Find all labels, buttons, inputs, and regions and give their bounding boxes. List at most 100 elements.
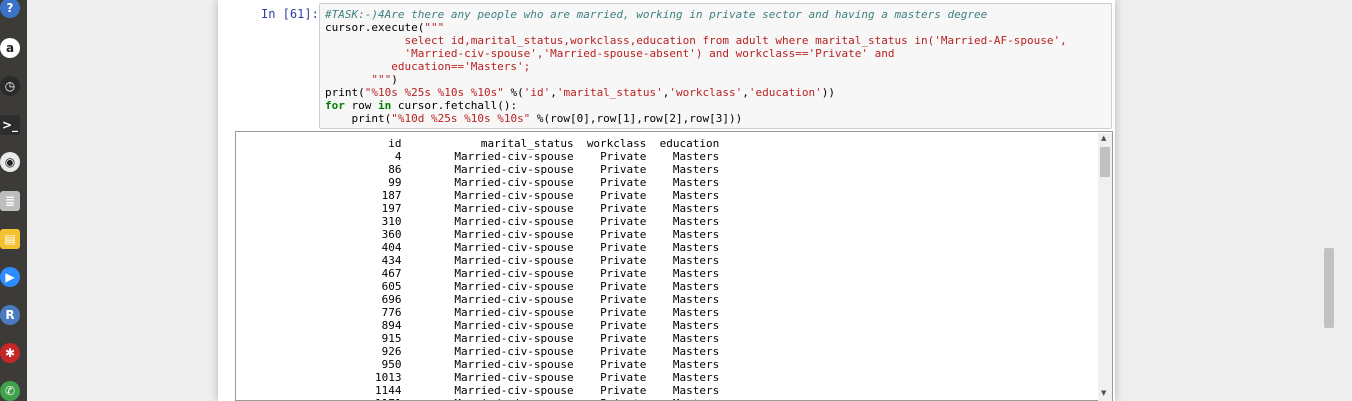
r-icon[interactable]: R <box>0 305 20 325</box>
output-row-cell: Masters <box>672 280 720 293</box>
code-line: print("%10s %25s %10s %10s" %('id','mari… <box>325 86 835 99</box>
output-row-cell: Private <box>600 280 647 293</box>
output-row-cell: Private <box>600 345 647 358</box>
output-row-cell: Married-civ-spouse <box>454 384 574 397</box>
page-scrollbar-thumb[interactable] <box>1324 248 1334 328</box>
output-row-cell: Masters <box>672 176 720 189</box>
code-token: print( <box>325 86 365 99</box>
output-row: 310 Married-civ-spouse Private Masters <box>236 215 720 228</box>
code-line: """) <box>325 73 398 86</box>
output-row-cell: Masters <box>672 267 720 280</box>
output-row-cell: Masters <box>672 384 720 397</box>
output-row: 4 Married-civ-spouse Private Masters <box>236 150 719 163</box>
code-token: for <box>325 99 345 112</box>
output-row-cell: Masters <box>672 241 720 254</box>
output-row-cell: Married-civ-spouse <box>454 215 574 228</box>
output-row-cell: Masters <box>672 358 720 371</box>
output-row-cell: Married-civ-spouse <box>454 189 574 202</box>
output-row-cell: Private <box>600 358 647 371</box>
output-row-cell: Private <box>600 228 647 241</box>
output-row: 915 Married-civ-spouse Private Masters <box>236 332 720 345</box>
output-row-cell: Masters <box>672 293 720 306</box>
output-row-cell: Married-civ-spouse <box>454 150 574 163</box>
output-row-cell: 605 <box>381 280 402 293</box>
code-token: """ <box>424 21 445 34</box>
output-row-cell: Married-civ-spouse <box>454 293 574 306</box>
output-row-cell: Masters <box>672 189 720 202</box>
database-icon[interactable]: ≣ <box>0 191 20 211</box>
output-row: 1171Married-civ-spousePrivateMasters <box>236 397 719 400</box>
output-row: 1013 Married-civ-spouse Private Masters <box>236 371 719 384</box>
output-row: 86 Married-civ-spouse Private Masters <box>236 163 719 176</box>
output-row-cell: Private <box>600 241 647 254</box>
code-token: #TASK:-)4Are there any people who are ma… <box>325 8 988 21</box>
zoom-icon[interactable]: ▶ <box>0 267 20 287</box>
page-scrollbar[interactable] <box>1322 0 1336 401</box>
webcam-icon[interactable]: ◉ <box>0 152 20 172</box>
output-row-cell: Private <box>600 176 647 189</box>
output-row: 776 Married-civ-spouse Private Masters <box>236 306 720 319</box>
amazon-icon[interactable]: a <box>0 38 20 58</box>
output-row: 926 Married-civ-spouse Private Masters <box>236 345 720 358</box>
code-token: row <box>344 99 378 112</box>
code-token: in <box>378 99 392 112</box>
output-row-cell: Masters <box>646 397 719 400</box>
output-row-cell: 404 <box>381 241 402 254</box>
output-row-cell: 1171 <box>236 397 402 400</box>
code-token: select id,marital_status,workclass,educa… <box>325 34 1067 47</box>
output-row-cell: Married-civ-spouse <box>402 397 573 400</box>
output-header: id marital_status workclass education <box>236 137 719 150</box>
output-row-cell: 187 <box>381 189 402 202</box>
code-token: %(row[0],row[1],row[2],row[3])) <box>530 112 743 125</box>
output-row-cell: 950 <box>381 358 402 371</box>
output-row-cell: Masters <box>672 345 720 358</box>
help-icon[interactable]: ? <box>0 0 20 18</box>
notes-icon[interactable]: ▤ <box>0 229 20 249</box>
output-row-cell: Private <box>600 202 647 215</box>
output-row-cell: Masters <box>672 306 720 319</box>
spider-icon[interactable]: ✱ <box>0 343 20 363</box>
code-token: ) <box>391 73 398 86</box>
phone-icon[interactable]: ✆ <box>0 381 20 401</box>
output-row-cell: Private <box>600 267 647 280</box>
output-row-cell: Married-civ-spouse <box>454 345 574 358</box>
output-row-cell: 926 <box>381 345 402 358</box>
code-token: "%10d %25s %10s %10s" <box>391 112 531 125</box>
scroll-up-arrow-icon[interactable]: ▲ <box>1101 134 1106 142</box>
output-row: 434 Married-civ-spouse Private Masters <box>236 254 720 267</box>
output-row-cell: 434 <box>381 254 402 267</box>
output-row-cell: 86 <box>388 163 402 176</box>
output-row-cell: Private <box>600 189 647 202</box>
output-row-cell: Married-civ-spouse <box>454 228 574 241</box>
output-row-cell: Private <box>574 397 646 400</box>
output-row-cell: Private <box>600 254 647 267</box>
output-header-cell: education <box>659 137 720 150</box>
output-row: 696 Married-civ-spouse Private Masters <box>236 293 720 306</box>
output-row-cell: Masters <box>672 319 720 332</box>
output-row-cell: 1144 <box>375 384 402 397</box>
code-token: , <box>742 86 749 99</box>
output-row-cell: Married-civ-spouse <box>454 319 574 332</box>
code-token: cursor.fetchall(): <box>391 99 518 112</box>
output-row-cell: Masters <box>672 202 720 215</box>
output-row-cell: 776 <box>381 306 402 319</box>
output-row-cell: Private <box>600 215 647 228</box>
output-row-cell: Married-civ-spouse <box>454 176 574 189</box>
code-line: for row in cursor.fetchall(): <box>325 99 517 112</box>
output-row: 1144 Married-civ-spouse Private Masters <box>236 384 719 397</box>
clock-icon[interactable]: ◷ <box>0 76 20 96</box>
output-row-cell: Private <box>600 150 647 163</box>
scroll-down-arrow-icon[interactable]: ▼ <box>1101 389 1106 397</box>
output-row-cell: Private <box>600 332 647 345</box>
output-row-cell: Private <box>600 306 647 319</box>
output-row-cell: Married-civ-spouse <box>454 358 574 371</box>
code-token: )) <box>821 86 836 99</box>
output-row-cell: 99 <box>388 176 402 189</box>
code-token: print( <box>325 112 392 125</box>
output-row-cell: Masters <box>672 150 720 163</box>
output-row-cell: 894 <box>381 319 402 332</box>
output-row-cell: 1013 <box>375 371 402 384</box>
code-line: cursor.execute(""" <box>325 21 444 34</box>
terminal-icon[interactable]: >_ <box>0 115 20 135</box>
output-scrollbar-thumb[interactable] <box>1100 147 1110 177</box>
